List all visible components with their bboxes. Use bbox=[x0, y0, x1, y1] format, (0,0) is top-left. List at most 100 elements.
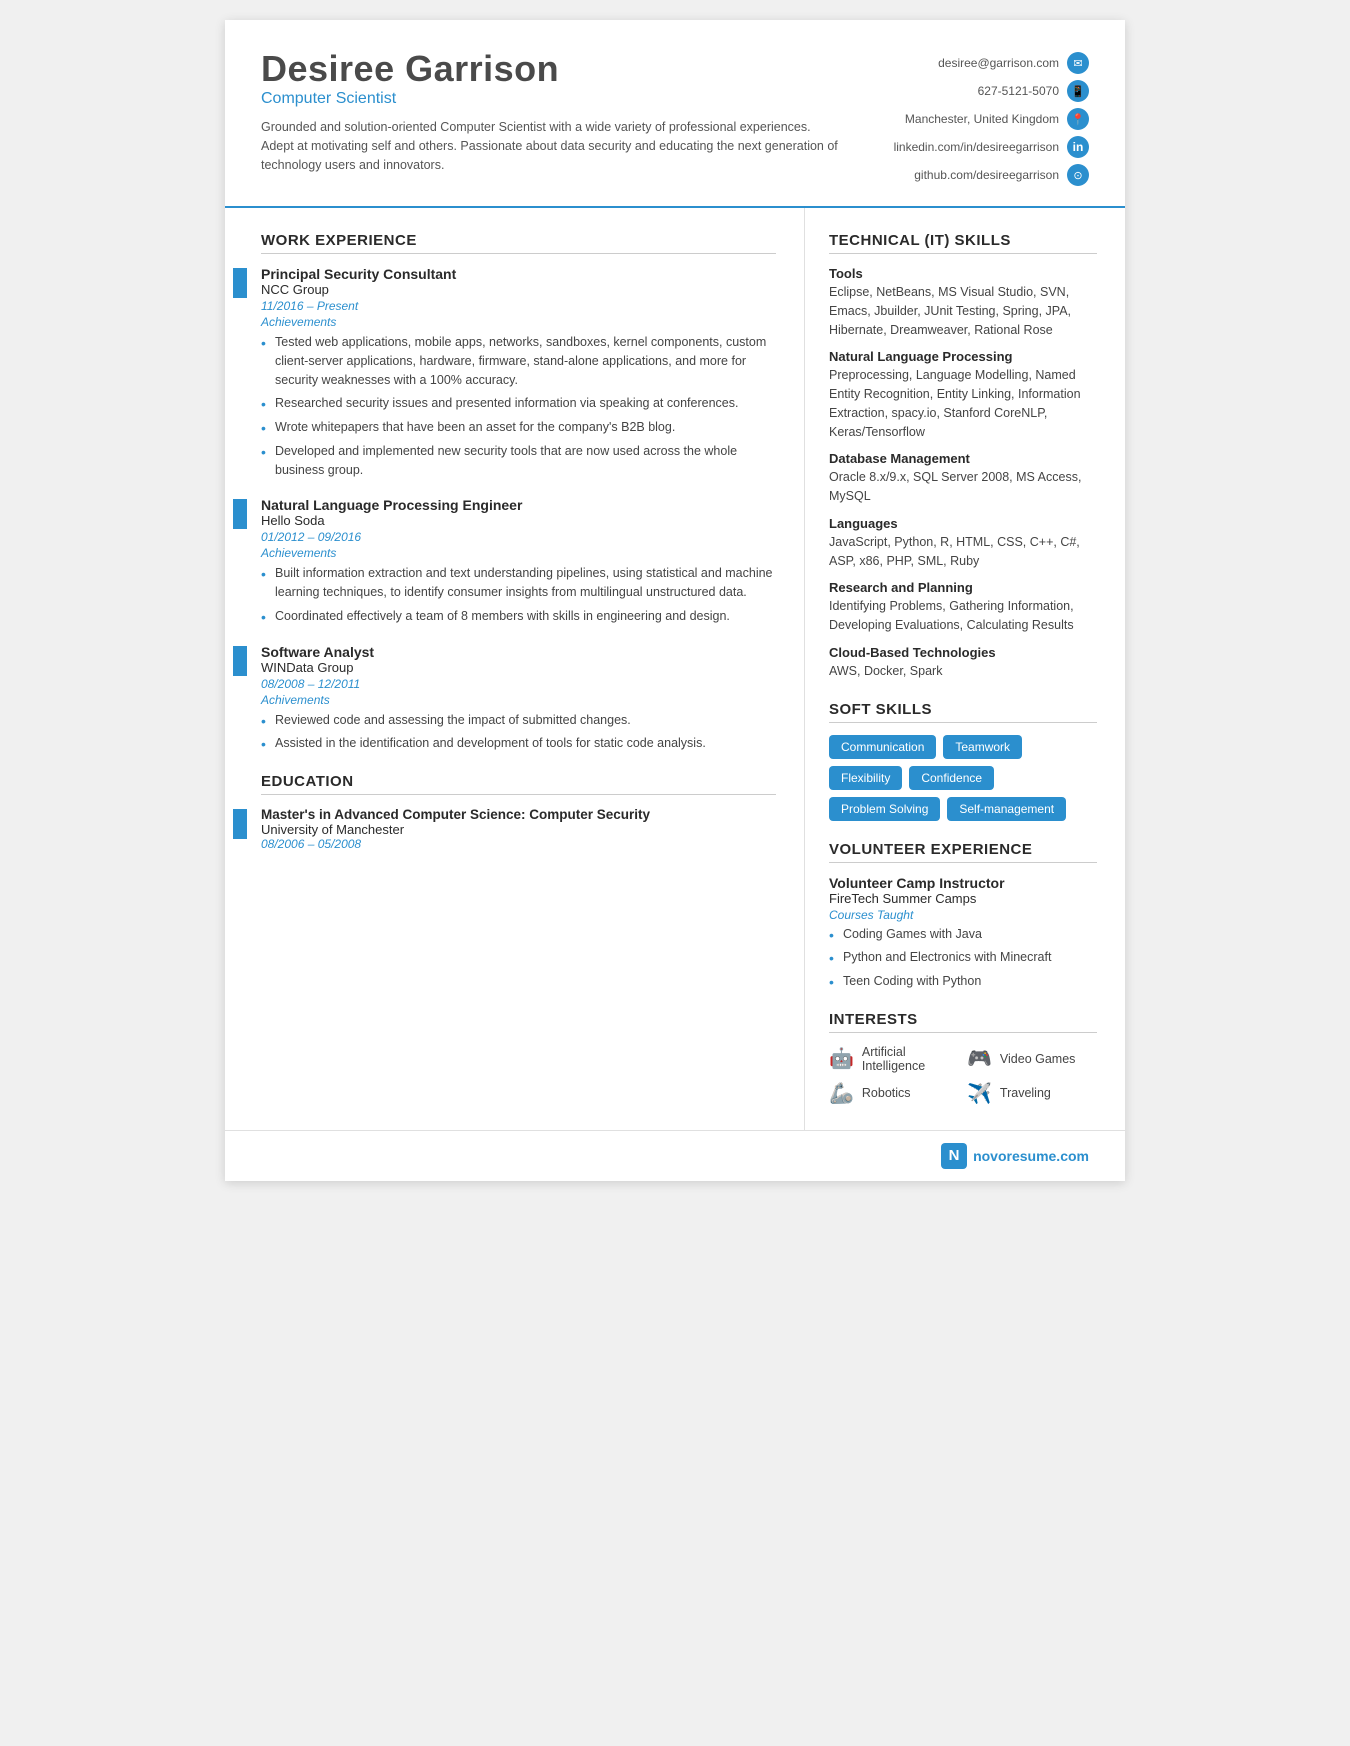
skill-category-values: Eclipse, NetBeans, MS Visual Studio, SVN… bbox=[829, 283, 1097, 339]
skill-category-values: Identifying Problems, Gathering Informat… bbox=[829, 597, 1097, 635]
edu-degree: Master's in Advanced Computer Science: C… bbox=[261, 807, 776, 822]
job-item: Natural Language Processing Engineer Hel… bbox=[261, 497, 776, 625]
contact-location: Manchester, United Kingdom 📍 bbox=[869, 108, 1089, 130]
contact-phone: 627-5121-5070 📱 bbox=[869, 80, 1089, 102]
interest-label: Video Games bbox=[1000, 1052, 1076, 1066]
contact-linkedin: linkedin.com/in/desireegarrison in bbox=[869, 136, 1089, 158]
edu-school: University of Manchester bbox=[261, 822, 776, 837]
volunteer-role: Volunteer Camp Instructor bbox=[829, 875, 1097, 891]
course-item: Coding Games with Java bbox=[829, 925, 1097, 944]
skill-category-values: Preprocessing, Language Modelling, Named… bbox=[829, 366, 1097, 441]
candidate-title: Computer Scientist bbox=[261, 90, 839, 108]
interest-label: Artificial Intelligence bbox=[862, 1045, 959, 1073]
interest-item: ✈️ Traveling bbox=[967, 1081, 1097, 1106]
github-text: github.com/desireegarrison bbox=[914, 168, 1059, 182]
videogames-icon: 🎮 bbox=[967, 1046, 992, 1071]
bullet-item: Wrote whitepapers that have been an asse… bbox=[261, 418, 776, 437]
phone-text: 627-5121-5070 bbox=[978, 84, 1059, 98]
interest-label: Traveling bbox=[1000, 1086, 1051, 1100]
candidate-name: Desiree Garrison bbox=[261, 48, 839, 90]
volunteer-title: VOLUNTEER EXPERIENCE bbox=[829, 841, 1097, 863]
soft-skills-grid: Communication Teamwork Flexibility Confi… bbox=[829, 735, 1097, 821]
bullet-item: Developed and implemented new security t… bbox=[261, 442, 776, 480]
footer: N novoresume.com bbox=[225, 1130, 1125, 1181]
logo-text: novoresume.com bbox=[973, 1148, 1089, 1164]
interests-grid: 🤖 Artificial Intelligence 🎮 Video Games … bbox=[829, 1045, 1097, 1106]
contact-email: desiree@garrison.com ✉ bbox=[869, 52, 1089, 74]
job-company: NCC Group bbox=[261, 282, 776, 297]
skill-category-name: Cloud-Based Technologies bbox=[829, 645, 1097, 660]
email-text: desiree@garrison.com bbox=[938, 56, 1059, 70]
footer-logo: N novoresume.com bbox=[941, 1143, 1089, 1169]
header: Desiree Garrison Computer Scientist Grou… bbox=[225, 20, 1125, 208]
skill-category-name: Tools bbox=[829, 266, 1097, 281]
skill-category: Database Management Oracle 8.x/9.x, SQL … bbox=[829, 451, 1097, 506]
interest-label: Robotics bbox=[862, 1086, 911, 1100]
skill-category: Cloud-Based Technologies AWS, Docker, Sp… bbox=[829, 645, 1097, 681]
skill-category-name: Research and Planning bbox=[829, 580, 1097, 595]
course-item: Python and Electronics with Minecraft bbox=[829, 948, 1097, 967]
job-item: Principal Security Consultant NCC Group … bbox=[261, 266, 776, 479]
header-left: Desiree Garrison Computer Scientist Grou… bbox=[261, 48, 869, 174]
linkedin-icon: in bbox=[1067, 136, 1089, 158]
job-company: WINData Group bbox=[261, 660, 776, 675]
job-title: Principal Security Consultant bbox=[261, 266, 776, 282]
resume-container: Desiree Garrison Computer Scientist Grou… bbox=[225, 20, 1125, 1181]
right-column: TECHNICAL (IT) SKILLS Tools Eclipse, Net… bbox=[805, 208, 1125, 1130]
skill-category-name: Languages bbox=[829, 516, 1097, 531]
interest-item: 🦾 Robotics bbox=[829, 1081, 959, 1106]
bullet-item: Assisted in the identification and devel… bbox=[261, 734, 776, 753]
bullet-item: Built information extraction and text un… bbox=[261, 564, 776, 602]
interest-item: 🎮 Video Games bbox=[967, 1045, 1097, 1073]
traveling-icon: ✈️ bbox=[967, 1081, 992, 1106]
achievements-label: Achievements bbox=[261, 315, 776, 329]
job-date: 08/2008 – 12/2011 bbox=[261, 677, 776, 691]
volunteer-item: Volunteer Camp Instructor FireTech Summe… bbox=[829, 875, 1097, 991]
contact-info: desiree@garrison.com ✉ 627-5121-5070 📱 M… bbox=[869, 48, 1089, 186]
edu-date: 08/2006 – 05/2008 bbox=[261, 837, 776, 851]
education-item: Master's in Advanced Computer Science: C… bbox=[261, 807, 776, 851]
achievements-label: Achivements bbox=[261, 693, 776, 707]
job-bullets: Built information extraction and text un… bbox=[261, 564, 776, 625]
skill-category-name: Database Management bbox=[829, 451, 1097, 466]
skill-badge: Flexibility bbox=[829, 766, 902, 790]
skill-category: Tools Eclipse, NetBeans, MS Visual Studi… bbox=[829, 266, 1097, 339]
candidate-summary: Grounded and solution-oriented Computer … bbox=[261, 118, 839, 174]
job-item: Software Analyst WINData Group 08/2008 –… bbox=[261, 644, 776, 754]
course-item: Teen Coding with Python bbox=[829, 972, 1097, 991]
job-bullets: Reviewed code and assessing the impact o… bbox=[261, 711, 776, 754]
interests-title: INTERESTS bbox=[829, 1011, 1097, 1033]
work-experience-title: WORK EXPERIENCE bbox=[261, 232, 776, 254]
logo-letter: N bbox=[941, 1143, 967, 1169]
robotics-icon: 🦾 bbox=[829, 1081, 854, 1106]
skill-badge: Problem Solving bbox=[829, 797, 940, 821]
job-date: 11/2016 – Present bbox=[261, 299, 776, 313]
technical-skills-title: TECHNICAL (IT) SKILLS bbox=[829, 232, 1097, 254]
courses-label: Courses Taught bbox=[829, 908, 1097, 922]
skill-badge: Communication bbox=[829, 735, 936, 759]
bullet-item: Reviewed code and assessing the impact o… bbox=[261, 711, 776, 730]
bullet-item: Tested web applications, mobile apps, ne… bbox=[261, 333, 776, 389]
email-icon: ✉ bbox=[1067, 52, 1089, 74]
main-content: WORK EXPERIENCE Principal Security Consu… bbox=[225, 208, 1125, 1130]
skill-badge: Confidence bbox=[909, 766, 994, 790]
skill-category: Natural Language Processing Preprocessin… bbox=[829, 349, 1097, 441]
job-title: Natural Language Processing Engineer bbox=[261, 497, 776, 513]
job-date: 01/2012 – 09/2016 bbox=[261, 530, 776, 544]
left-column: WORK EXPERIENCE Principal Security Consu… bbox=[225, 208, 805, 1130]
bullet-item: Coordinated effectively a team of 8 memb… bbox=[261, 607, 776, 626]
skill-category-values: AWS, Docker, Spark bbox=[829, 662, 1097, 681]
contact-github: github.com/desireegarrison ⊙ bbox=[869, 164, 1089, 186]
skill-badge: Self-management bbox=[947, 797, 1066, 821]
achievements-label: Achievements bbox=[261, 546, 776, 560]
linkedin-text: linkedin.com/in/desireegarrison bbox=[894, 140, 1059, 154]
education-title: EDUCATION bbox=[261, 773, 776, 795]
location-icon: 📍 bbox=[1067, 108, 1089, 130]
github-icon: ⊙ bbox=[1067, 164, 1089, 186]
skill-category-values: Oracle 8.x/9.x, SQL Server 2008, MS Acce… bbox=[829, 468, 1097, 506]
skill-badge: Teamwork bbox=[943, 735, 1022, 759]
job-title: Software Analyst bbox=[261, 644, 776, 660]
job-company: Hello Soda bbox=[261, 513, 776, 528]
skill-category-values: JavaScript, Python, R, HTML, CSS, C++, C… bbox=[829, 533, 1097, 571]
interest-item: 🤖 Artificial Intelligence bbox=[829, 1045, 959, 1073]
